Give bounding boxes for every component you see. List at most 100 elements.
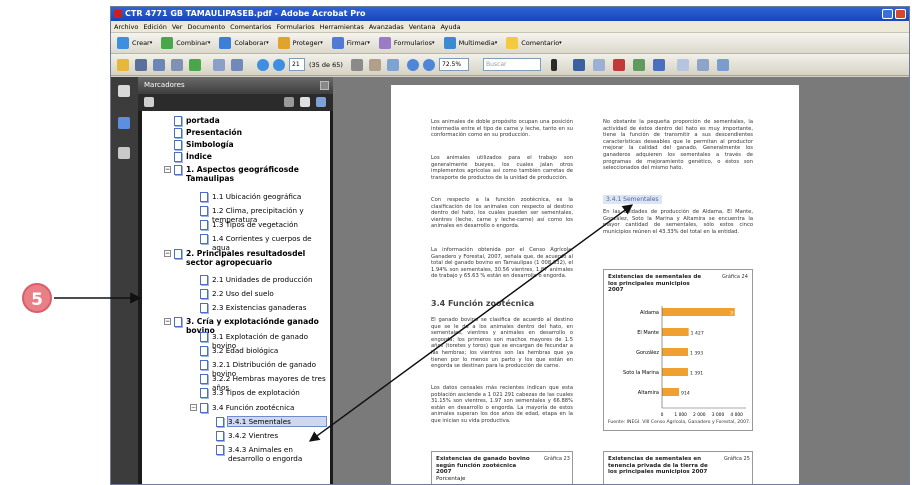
bookmark-label: 3.4 Función zootécnica: [212, 403, 295, 412]
tick-label: 0: [661, 412, 664, 418]
zoom-input[interactable]: 72.5%: [439, 58, 469, 71]
print-icon[interactable]: [135, 59, 147, 71]
screenshot: CTR 4771 GB TAMAULIPASEB.pdf - Adobe Acr…: [0, 0, 912, 485]
bookmark-item[interactable]: Presentación: [174, 128, 326, 138]
close-button[interactable]: [895, 9, 906, 19]
bookmark-page-icon: [174, 152, 182, 162]
hand-tool-icon[interactable]: [369, 59, 381, 71]
bookmark-label: 1.1 Ubicación geográfica: [212, 192, 302, 201]
lock-icon: [277, 37, 290, 49]
tick-label: 4 000: [730, 412, 743, 418]
chart-source: Fuente: INEGI. VIII Censo Agrícola, Gana…: [608, 420, 751, 425]
value-label: 1 391: [690, 371, 703, 377]
bookmark-item[interactable]: 1.1 Ubicación geográfica: [200, 192, 326, 202]
prev-page-icon[interactable]: [257, 59, 269, 71]
zoom-tool-icon[interactable]: [387, 59, 399, 71]
bookmark-item[interactable]: 3.4.3 Animales en desarrollo o engorda: [216, 445, 326, 463]
menu-item-4[interactable]: Comentarios: [230, 23, 271, 31]
menu-item-9[interactable]: Ayuda: [440, 23, 460, 31]
bookmark-item[interactable]: − 3.4 Función zootécnica: [190, 403, 326, 413]
task-button-2[interactable]: Colaborar ▾: [219, 37, 269, 49]
bookmark-page-icon: [216, 445, 224, 455]
window-title: CTR 4771 GB TAMAULIPASEB.pdf - Adobe Acr…: [125, 9, 366, 18]
delete-bookmark-icon[interactable]: [284, 97, 294, 107]
menu-item-6[interactable]: Herramientas: [320, 23, 364, 31]
open-folder-icon[interactable]: [117, 59, 129, 71]
task-button-1[interactable]: Combinar ▾: [161, 37, 210, 49]
menu-item-7[interactable]: Avanzadas: [369, 23, 404, 31]
collapse-toggle-icon[interactable]: −: [164, 318, 171, 325]
bookmark-item[interactable]: 3.4.2 Vientres: [216, 431, 326, 441]
highlight-icon[interactable]: [717, 59, 729, 71]
bookmark-item[interactable]: 3.4.1 Sementales: [216, 416, 327, 427]
attachments-icon[interactable]: [118, 147, 130, 159]
bookmark-tree: portada Presentación Simbología Índice − 1. A…: [142, 111, 330, 484]
menu-item-0[interactable]: Archivo: [114, 23, 138, 31]
task-button-6[interactable]: Multimedia ▾: [443, 37, 497, 49]
touchup-icon[interactable]: [633, 59, 645, 71]
bookmark-page-icon: [174, 317, 182, 327]
web-icon[interactable]: [189, 59, 201, 71]
collapse-toggle-icon[interactable]: −: [164, 250, 171, 257]
next-page-icon[interactable]: [273, 59, 285, 71]
bookmark-item[interactable]: 3.3 Tipos de explotación: [200, 388, 326, 398]
zoom-in-icon[interactable]: [423, 59, 435, 71]
page-number-input[interactable]: 21: [289, 58, 305, 71]
collapse-toggle-icon[interactable]: −: [164, 166, 171, 173]
bookmark-item[interactable]: 2.1 Unidades de producción: [200, 275, 326, 285]
chevron-down-icon: ▾: [432, 40, 435, 46]
task-button-7[interactable]: Comentario ▾: [506, 37, 562, 49]
menu-item-8[interactable]: Ventana: [409, 23, 436, 31]
select-arrow-icon[interactable]: [573, 59, 585, 71]
page-count: (35 de 65): [309, 61, 343, 69]
redact-icon[interactable]: [653, 59, 665, 71]
menu-item-3[interactable]: Documento: [187, 23, 225, 31]
task-button-0[interactable]: Crear ▾: [117, 37, 152, 49]
search-dropdown-icon[interactable]: [551, 59, 557, 71]
chart-tag: Gráfica 25: [724, 456, 750, 462]
text-edit-icon[interactable]: [593, 59, 605, 71]
task-button-5[interactable]: Formularios ▾: [378, 37, 435, 49]
bookmark-label: 2.2 Uso del suelo: [212, 289, 274, 298]
save-icon[interactable]: [153, 59, 165, 71]
bookmark-item[interactable]: Índice: [174, 152, 326, 162]
bookmark-item[interactable]: 3.2 Edad biológica: [200, 346, 326, 356]
bookmark-item[interactable]: 2.3 Existencias ganaderas: [200, 303, 326, 313]
bookmark-item[interactable]: 1.3 Tipos de vegetación: [200, 220, 326, 230]
bookmark-item[interactable]: 2.2 Uso del suelo: [200, 289, 326, 299]
bookmark-item[interactable]: Simbología: [174, 140, 326, 150]
expand-bookmark-icon[interactable]: [316, 97, 326, 107]
bookmark-item[interactable]: − 1. Aspectos geográficosde Tamaulipas: [164, 165, 326, 183]
bookmark-page-icon: [200, 374, 208, 384]
pages-icon[interactable]: [118, 85, 130, 97]
acrobat-icon[interactable]: [613, 59, 625, 71]
measure-icon[interactable]: [677, 59, 689, 71]
bookmark-label: portada: [186, 116, 220, 125]
close-panel-icon[interactable]: [320, 81, 329, 90]
select-text-icon[interactable]: [351, 59, 363, 71]
chart-sementales: Existencias de sementales de los princip…: [603, 269, 753, 431]
task-button-4[interactable]: Firmar ▾: [331, 37, 370, 49]
email-icon[interactable]: [171, 59, 183, 71]
task-button-label: Combinar: [176, 39, 208, 47]
search-input[interactable]: Buscar: [483, 58, 541, 71]
collapse-toggle-icon[interactable]: −: [190, 404, 197, 411]
single-page-icon[interactable]: [213, 59, 225, 71]
bookmarks-header: Marcadores: [138, 77, 333, 94]
menu-item-5[interactable]: Formularios: [276, 23, 314, 31]
zoom-out-icon[interactable]: [407, 59, 419, 71]
pdf-app-icon: [114, 10, 122, 18]
fit-page-icon[interactable]: [231, 59, 243, 71]
new-bookmark-icon[interactable]: [300, 97, 310, 107]
task-button-3[interactable]: Proteger ▾: [277, 37, 323, 49]
bookmark-item[interactable]: portada: [174, 116, 326, 126]
paragraph: En las unidades de producción de Aldama,…: [603, 209, 753, 235]
minimize-button[interactable]: [882, 9, 893, 19]
chevron-down-icon: ▾: [149, 40, 153, 46]
bookmark-item[interactable]: − 2. Principales resultadosdel sector agr…: [164, 249, 326, 267]
menu-item-1[interactable]: Edición: [143, 23, 167, 31]
options-icon[interactable]: [144, 97, 154, 107]
menu-item-2[interactable]: Ver: [172, 23, 183, 31]
form-field-icon[interactable]: [697, 59, 709, 71]
bookmarks-icon[interactable]: [118, 117, 130, 129]
